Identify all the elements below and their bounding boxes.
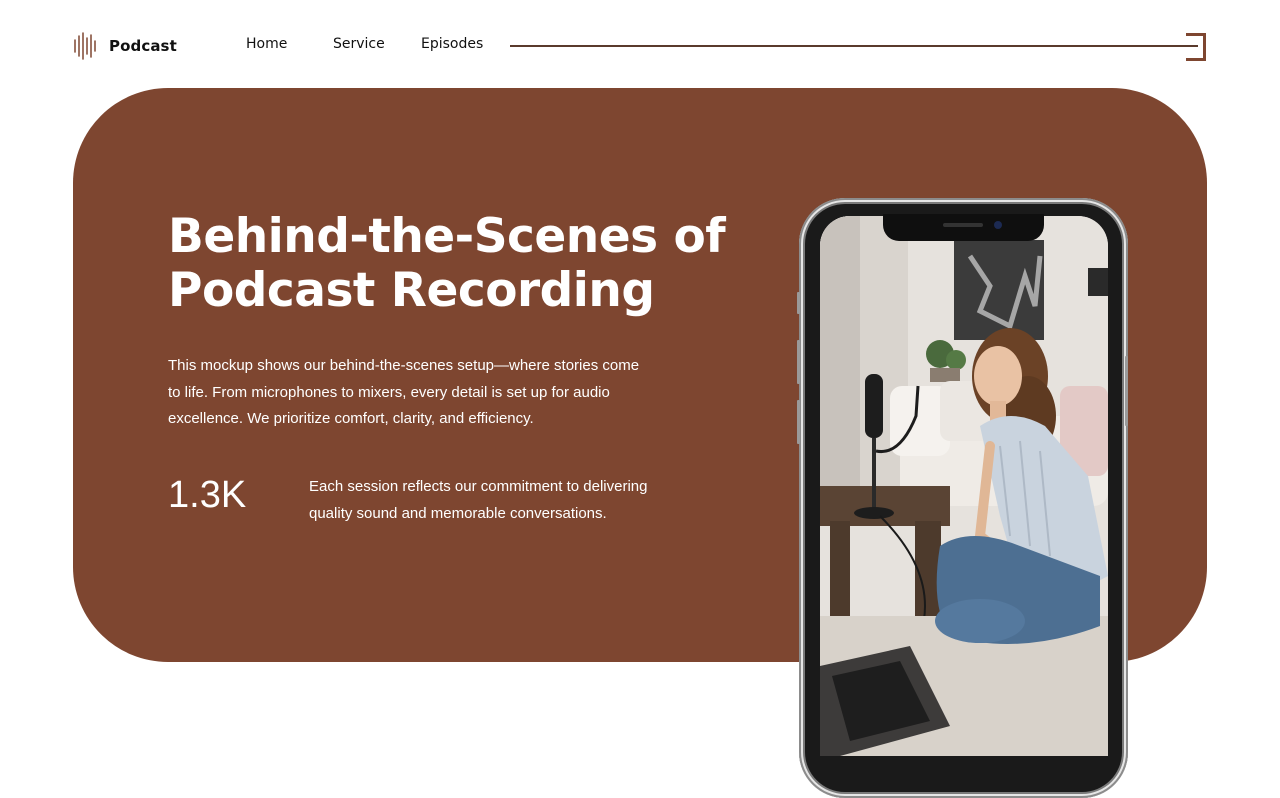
hero-title-line-2: Podcast Recording [168,263,655,318]
menu-bracket-icon[interactable] [1186,33,1206,61]
hero-description: This mockup shows our behind-the-scenes … [168,357,640,427]
stat-description: Each session reflects our commitment to … [309,478,648,522]
header-divider [510,45,1198,47]
phone-power-button [1125,356,1128,426]
phone-camera [994,221,1002,229]
phone-side-button [797,292,800,314]
nav-home[interactable]: Home [246,36,287,52]
phone-screen [820,216,1108,756]
phone-volume-up-button [797,340,800,384]
soundwave-icon [74,32,96,60]
phone-speaker [943,223,983,227]
hero-title-line-1: Behind-the-Scenes of [168,209,726,264]
nav-episodes[interactable]: Episodes [421,36,483,52]
stat-value: 1.3K [168,474,247,516]
phone-notch [883,214,1044,241]
brand-name: Podcast [109,37,177,55]
nav-service[interactable]: Service [333,36,385,52]
logo[interactable]: Podcast [73,32,177,60]
phone-volume-down-button [797,400,800,444]
podcast-recording-photo [820,216,1108,756]
hero-title: Behind-the-Scenes of Podcast Recording [168,210,728,318]
